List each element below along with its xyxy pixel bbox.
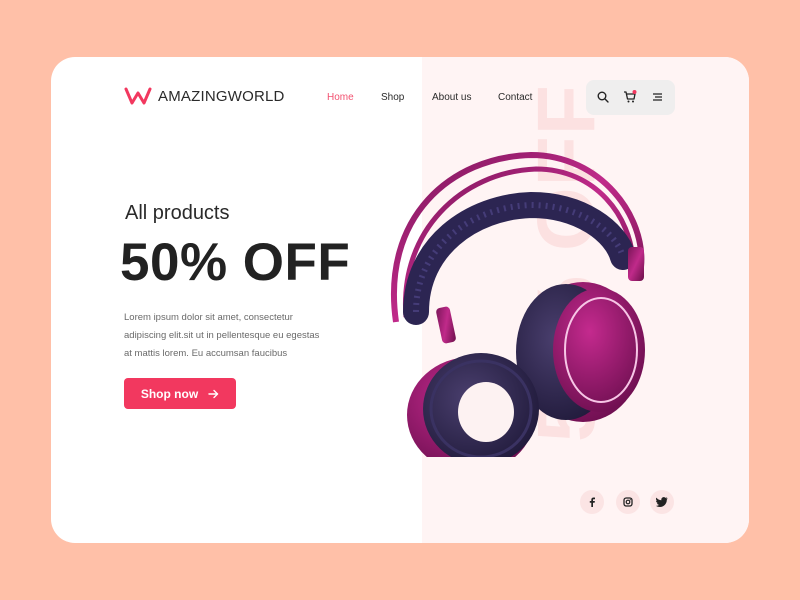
twitter-icon bbox=[656, 497, 668, 507]
hero-card: 50% OFF AMAZINGWORLD Home Shop About us … bbox=[51, 57, 749, 543]
cart-badge bbox=[632, 90, 637, 94]
instagram-icon bbox=[623, 497, 633, 507]
nav-item-home[interactable]: Home bbox=[327, 92, 354, 103]
menu-icon bbox=[653, 93, 662, 101]
nav-item-about[interactable]: About us bbox=[432, 92, 471, 103]
facebook-icon bbox=[589, 497, 595, 507]
brand-name: AMAZINGWORLD bbox=[158, 87, 285, 105]
menu-button[interactable] bbox=[649, 89, 665, 105]
hero-description: Lorem ipsum dolor sit amet, consectetur … bbox=[124, 312, 320, 359]
twitter-button[interactable] bbox=[650, 490, 674, 514]
headphones-image bbox=[391, 151, 645, 457]
search-icon bbox=[597, 91, 609, 103]
search-button[interactable] bbox=[595, 89, 611, 105]
cart-icon bbox=[624, 90, 637, 103]
arrow-right-icon bbox=[208, 389, 219, 398]
cart-button[interactable] bbox=[622, 89, 638, 105]
shop-now-label: Shop now bbox=[140, 386, 199, 401]
w-logo-icon bbox=[124, 87, 152, 105]
header-toolbar bbox=[586, 80, 675, 115]
brand-logo[interactable]: AMAZINGWORLD bbox=[124, 86, 285, 106]
shop-now-button[interactable]: Shop now bbox=[124, 378, 236, 409]
hero-subtitle: All products bbox=[125, 202, 230, 224]
nav-item-shop[interactable]: Shop bbox=[381, 92, 404, 103]
nav-item-contact[interactable]: Contact bbox=[498, 92, 532, 103]
instagram-button[interactable] bbox=[616, 490, 640, 514]
hero-headline: 50% OFF bbox=[120, 233, 351, 292]
facebook-button[interactable] bbox=[580, 490, 604, 514]
